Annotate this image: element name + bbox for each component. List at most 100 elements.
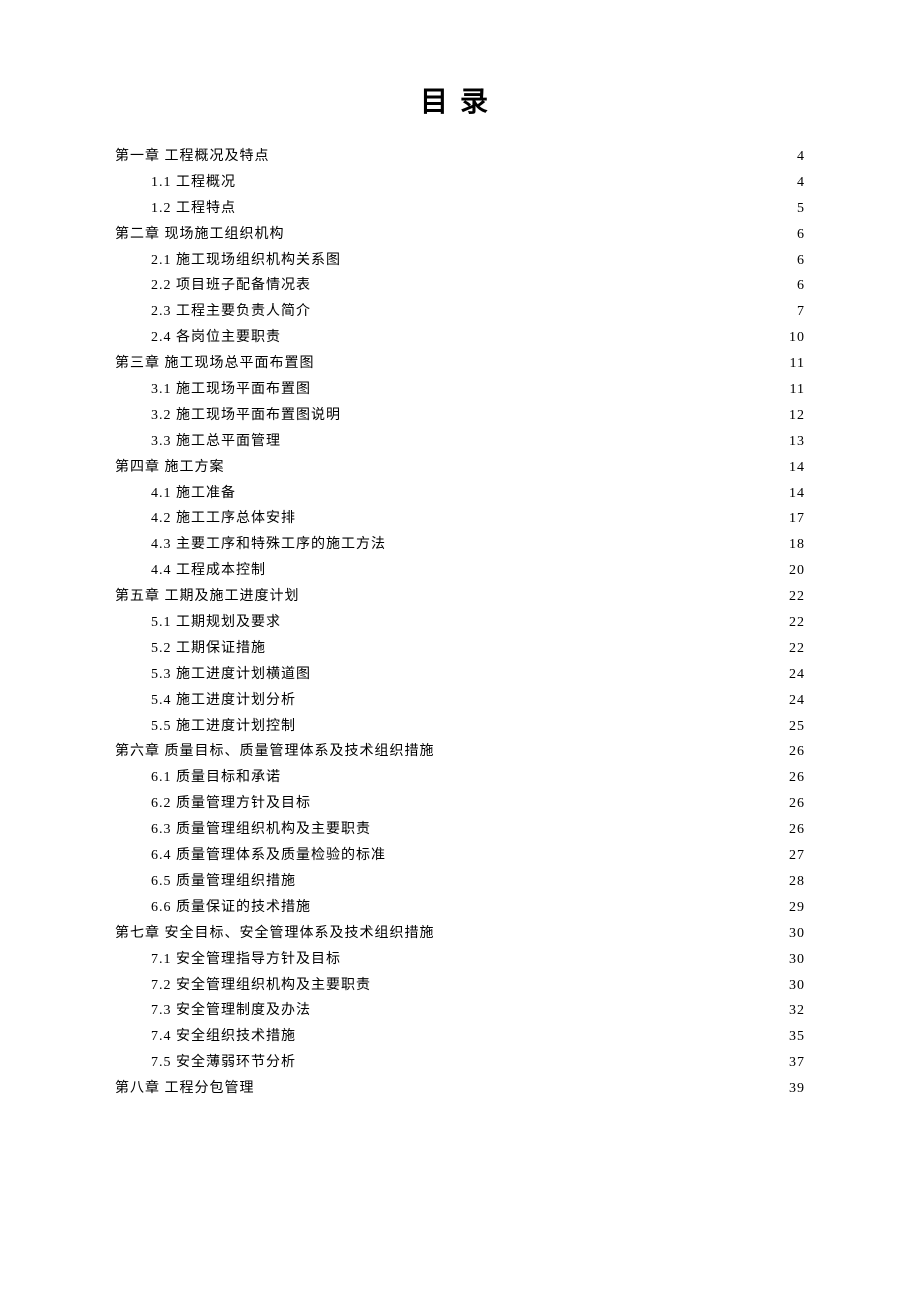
toc-leader-dots <box>435 741 790 755</box>
toc-entry-page: 10 <box>789 325 805 351</box>
toc-entry-page: 6 <box>797 248 805 274</box>
toc-leader-dots <box>371 975 789 989</box>
toc-entry: 6.4 质量管理体系及质量检验的标准27 <box>115 843 805 869</box>
toc-leader-dots <box>236 483 789 497</box>
toc-entry-text: 第二章 现场施工组织机构 <box>115 222 285 248</box>
toc-entry-page: 22 <box>789 636 805 662</box>
toc-entry-page: 7 <box>797 299 805 325</box>
toc-entry-page: 11 <box>790 377 805 403</box>
toc-leader-dots <box>296 508 789 522</box>
toc-entry: 7.5 安全薄弱环节分析37 <box>115 1050 805 1076</box>
toc-leader-dots <box>296 1026 789 1040</box>
toc-entry-page: 26 <box>789 739 805 765</box>
toc-entry: 2.3 工程主要负责人简介7 <box>115 299 805 325</box>
toc-entry-text: 3.3 施工总平面管理 <box>151 429 281 455</box>
toc-entry-text: 7.4 安全组织技术措施 <box>151 1024 296 1050</box>
toc-entry: 2.1 施工现场组织机构关系图 6 <box>115 248 805 274</box>
toc-entry: 6.5 质量管理组织措施28 <box>115 869 805 895</box>
toc-leader-dots <box>311 301 797 315</box>
toc-entry-text: 5.5 施工进度计划控制 <box>151 714 296 740</box>
toc-entry: 7.1 安全管理指导方针及目标 30 <box>115 947 805 973</box>
toc-entry: 7.4 安全组织技术措施 35 <box>115 1024 805 1050</box>
toc-leader-dots <box>311 379 790 393</box>
toc-container: 第一章 工程概况及特点41.1 工程概况41.2 工程特点5第二章 现场施工组织… <box>115 144 805 1102</box>
toc-leader-dots <box>281 431 789 445</box>
toc-entry-page: 24 <box>789 662 805 688</box>
toc-leader-dots <box>386 845 789 859</box>
toc-entry-text: 2.2 项目班子配备情况表 <box>151 273 311 299</box>
toc-entry-page: 6 <box>797 222 805 248</box>
toc-entry: 5.1 工期规划及要求 22 <box>115 610 805 636</box>
toc-entry: 7.3 安全管理制度及办法 32 <box>115 998 805 1024</box>
toc-leader-dots <box>296 1052 789 1066</box>
toc-entry: 2.2 项目班子配备情况表 6 <box>115 273 805 299</box>
toc-entry: 第二章 现场施工组织机构 6 <box>115 222 805 248</box>
toc-entry: 7.2 安全管理组织机构及主要职责30 <box>115 973 805 999</box>
toc-entry-text: 5.2 工期保证措施 <box>151 636 266 662</box>
toc-leader-dots <box>311 793 789 807</box>
toc-entry-text: 7.1 安全管理指导方针及目标 <box>151 947 341 973</box>
toc-leader-dots <box>341 949 789 963</box>
toc-entry-page: 18 <box>789 532 805 558</box>
toc-entry-page: 29 <box>789 895 805 921</box>
toc-entry-text: 第三章 施工现场总平面布置图 <box>115 351 315 377</box>
toc-entry-text: 7.3 安全管理制度及办法 <box>151 998 311 1024</box>
toc-entry-page: 6 <box>797 273 805 299</box>
toc-entry-text: 第八章 工程分包管理 <box>115 1076 255 1102</box>
toc-leader-dots <box>236 198 797 212</box>
toc-entry-page: 30 <box>789 947 805 973</box>
toc-entry-text: 第六章 质量目标、质量管理体系及技术组织措施 <box>115 739 435 765</box>
toc-entry: 5.3 施工进度计划横道图24 <box>115 662 805 688</box>
toc-entry: 第六章 质量目标、质量管理体系及技术组织措施 26 <box>115 739 805 765</box>
toc-entry-page: 22 <box>789 610 805 636</box>
toc-entry-text: 4.4 工程成本控制 <box>151 558 266 584</box>
toc-entry-text: 4.3 主要工序和特殊工序的施工方法 <box>151 532 386 558</box>
toc-entry-text: 第七章 安全目标、安全管理体系及技术组织措施 <box>115 921 435 947</box>
toc-entry-text: 4.2 施工工序总体安排 <box>151 506 296 532</box>
toc-entry-page: 13 <box>789 429 805 455</box>
toc-leader-dots <box>311 1000 789 1014</box>
toc-entry: 3.3 施工总平面管理 13 <box>115 429 805 455</box>
toc-leader-dots <box>300 586 790 600</box>
toc-entry-page: 35 <box>789 1024 805 1050</box>
toc-entry: 6.6 质量保证的技术措施29 <box>115 895 805 921</box>
toc-entry-page: 4 <box>797 170 805 196</box>
toc-leader-dots <box>255 1078 790 1092</box>
toc-leader-dots <box>296 716 789 730</box>
toc-entry: 第八章 工程分包管理39 <box>115 1076 805 1102</box>
toc-entry-page: 26 <box>789 791 805 817</box>
toc-entry-text: 2.1 施工现场组织机构关系图 <box>151 248 341 274</box>
toc-entry-text: 2.4 各岗位主要职责 <box>151 325 281 351</box>
toc-entry: 6.2 质量管理方针及目标 26 <box>115 791 805 817</box>
toc-entry-page: 11 <box>790 351 805 377</box>
toc-leader-dots <box>311 275 797 289</box>
toc-entry-text: 6.3 质量管理组织机构及主要职责 <box>151 817 371 843</box>
toc-entry-page: 5 <box>797 196 805 222</box>
toc-entry-text: 7.5 安全薄弱环节分析 <box>151 1050 296 1076</box>
toc-entry-text: 6.4 质量管理体系及质量检验的标准 <box>151 843 386 869</box>
toc-entry: 5.5 施工进度计划控制 25 <box>115 714 805 740</box>
toc-entry: 1.2 工程特点5 <box>115 196 805 222</box>
toc-entry-page: 24 <box>789 688 805 714</box>
toc-entry: 4.1 施工准备14 <box>115 481 805 507</box>
toc-entry: 4.4 工程成本控制20 <box>115 558 805 584</box>
toc-leader-dots <box>266 638 789 652</box>
toc-entry-text: 5.1 工期规划及要求 <box>151 610 281 636</box>
toc-leader-dots <box>285 224 798 238</box>
toc-entry-text: 6.2 质量管理方针及目标 <box>151 791 311 817</box>
toc-leader-dots <box>266 560 789 574</box>
toc-entry-page: 26 <box>789 817 805 843</box>
toc-leader-dots <box>311 664 789 678</box>
toc-entry-page: 30 <box>789 921 805 947</box>
toc-entry: 1.1 工程概况 4 <box>115 170 805 196</box>
toc-entry: 2.4 各岗位主要职责 10 <box>115 325 805 351</box>
toc-entry: 第三章 施工现场总平面布置图 11 <box>115 351 805 377</box>
toc-entry: 3.1 施工现场平面布置图11 <box>115 377 805 403</box>
toc-entry-page: 32 <box>789 998 805 1024</box>
toc-leader-dots <box>225 457 790 471</box>
toc-leader-dots <box>281 767 789 781</box>
toc-entry-page: 14 <box>789 481 805 507</box>
toc-entry-text: 1.1 工程概况 <box>151 170 236 196</box>
toc-entry: 6.1 质量目标和承诺26 <box>115 765 805 791</box>
toc-entry-page: 25 <box>789 714 805 740</box>
